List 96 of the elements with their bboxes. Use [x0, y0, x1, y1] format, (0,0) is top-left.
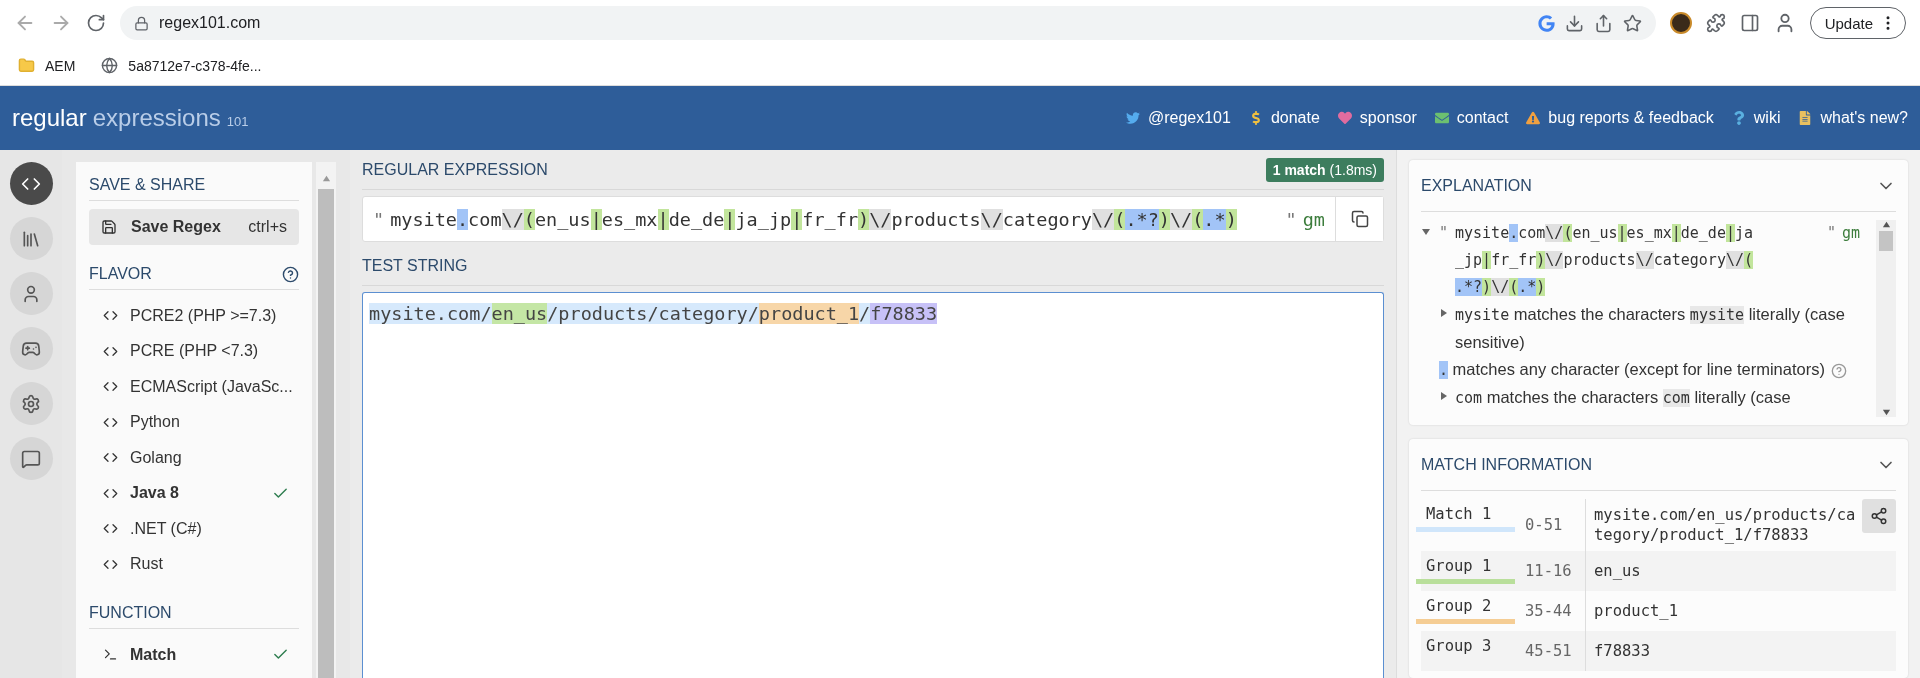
match-range: 11-16	[1524, 562, 1573, 580]
bookmark[interactable]: AEM	[18, 57, 76, 74]
flavor-item[interactable]: .NET (C#)	[89, 511, 299, 547]
chat-button[interactable]	[9, 437, 53, 480]
flavor-item[interactable]: ECMAScript (JavaSc...	[89, 369, 299, 405]
flavor-item[interactable]: Java 8	[89, 475, 299, 511]
terminal-icon	[103, 647, 118, 663]
copy-icon	[1350, 210, 1369, 228]
shortcut-text: ctrl+s	[248, 218, 287, 236]
scrollbar[interactable]	[316, 162, 336, 678]
heart-icon	[1337, 111, 1352, 125]
expand-toggle-icon[interactable]	[1439, 391, 1449, 401]
extension-icon[interactable]	[1669, 12, 1692, 34]
header-link[interactable]: bug reports & feedback	[1526, 109, 1714, 127]
folder-icon	[18, 57, 35, 74]
match-label: Group 3	[1425, 636, 1492, 655]
expand-toggle-icon[interactable]	[1439, 308, 1449, 318]
help-icon[interactable]	[282, 265, 299, 283]
editor-button[interactable]	[9, 162, 53, 205]
quiz-button[interactable]	[9, 327, 53, 370]
match-value: f78833	[1585, 631, 1896, 671]
reload-icon[interactable]	[86, 13, 106, 33]
address-bar[interactable]: regex101.com	[120, 6, 1656, 40]
header-link[interactable]: sponsor	[1337, 109, 1417, 127]
download-icon[interactable]	[1564, 13, 1584, 33]
person-icon	[21, 283, 41, 304]
side-panel-icon[interactable]	[1739, 13, 1760, 33]
flags-text[interactable]: gm	[1302, 208, 1325, 230]
header-link[interactable]: donate	[1248, 109, 1320, 127]
document-icon	[1798, 111, 1813, 125]
header-link[interactable]: contact	[1434, 109, 1509, 127]
scrollbar-thumb[interactable]	[318, 189, 334, 678]
library-button[interactable]	[9, 217, 53, 260]
star-icon[interactable]	[1622, 13, 1642, 33]
url-text: regex101.com	[159, 14, 262, 32]
scroll-up-icon[interactable]	[1881, 220, 1891, 229]
envelope-icon	[1434, 111, 1449, 125]
match-range: 0-51	[1524, 516, 1564, 534]
flavor-item[interactable]: PCRE (PHP <7.3)	[89, 333, 299, 369]
scrollbar[interactable]	[1876, 220, 1896, 417]
match-label: Match 1	[1425, 504, 1492, 523]
lock-icon	[134, 15, 149, 31]
update-button[interactable]: Update	[1809, 7, 1906, 39]
section-title: TEST STRING	[362, 256, 468, 275]
share-icon[interactable]	[1593, 13, 1613, 33]
logo-version: 101	[226, 114, 249, 129]
globe-icon	[101, 57, 119, 74]
section-title: REGULAR EXPRESSION	[362, 160, 548, 179]
letter-g-icon[interactable]	[1537, 14, 1555, 32]
chat-icon	[21, 448, 41, 469]
section-title: FLAVOR	[89, 265, 152, 283]
header-link[interactable]: what's new?	[1798, 109, 1908, 127]
settings-button[interactable]	[9, 382, 53, 425]
regex-text: mysite.com\/(en_us|es_mx|de_de|ja _jp|fr_fr)\/products\/category\/( .*?)\/(.*)	[1455, 223, 1754, 298]
scrollbar-thumb[interactable]	[1879, 231, 1893, 251]
bookmark[interactable]: 5a8712e7-c378-4fe...	[101, 57, 262, 74]
match-label: Group 2	[1425, 596, 1492, 615]
puzzle-icon[interactable]	[1705, 13, 1726, 33]
panel-title: MATCH INFORMATION	[1421, 455, 1592, 474]
settings-icon	[21, 393, 41, 414]
warning-icon	[1526, 111, 1541, 125]
account-button[interactable]	[9, 272, 53, 315]
match-range: 45-51	[1524, 642, 1573, 660]
match-range: 35-44	[1524, 602, 1573, 620]
flavor-item[interactable]: PCRE2 (PHP >=7.3)	[89, 298, 299, 334]
export-icon	[1870, 507, 1888, 525]
header-link[interactable]: @regex101	[1125, 109, 1231, 127]
section-title: FUNCTION	[89, 604, 172, 622]
logo-text[interactable]: regular	[12, 104, 87, 132]
scroll-down-icon[interactable]	[1881, 408, 1891, 417]
regex-text: mysite.com\/(en_us|es_mx|de_de|ja_jp|fr_fr)\/products\/category\/(.*?)\/(.*)	[390, 208, 1238, 230]
match-value: en_us	[1585, 551, 1896, 591]
flags-text: gm	[1841, 224, 1860, 242]
save-regex-button[interactable]: Save Regex ctrl+s	[89, 209, 299, 245]
copy-button[interactable]	[1335, 197, 1383, 241]
panel-title: EXPLANATION	[1421, 176, 1532, 195]
flavor-item[interactable]: Python	[89, 404, 299, 440]
explanation-text: com matches the characters com literally (case	[1455, 387, 1791, 409]
test-string-field[interactable]: mysite.com/en_us/products/category/product_1/f78833	[362, 292, 1384, 678]
export-button[interactable]	[1862, 499, 1896, 533]
header-link[interactable]: wiki	[1731, 109, 1781, 127]
section-title: SAVE & SHARE	[89, 176, 206, 194]
floppy-icon	[101, 219, 117, 235]
delimiter: "	[1439, 223, 1449, 244]
flavor-item[interactable]: Golang	[89, 440, 299, 476]
function-item[interactable]: Match	[89, 637, 299, 673]
bird-icon	[1125, 111, 1140, 125]
regex-field[interactable]: " mysite.com\/(en_us|es_mx|de_de|ja_jp|fr_fr)\/products\/category\/(.*?)\/(.*) " gm	[362, 196, 1384, 242]
logo-text[interactable]: expressions	[92, 104, 221, 132]
match-count-badge: 1 match (1.8ms)	[1265, 157, 1384, 182]
flavor-item[interactable]: Rust	[89, 546, 299, 582]
explanation-text: mysite matches the characters mysite literally (case sensitive)	[1455, 304, 1846, 353]
collapse-toggle-icon[interactable]	[1421, 227, 1431, 237]
delimiter: "	[1826, 224, 1836, 242]
match-label: Group 1	[1425, 556, 1492, 575]
explanation-text: . matches any character (except for line terminators)	[1439, 356, 1847, 384]
